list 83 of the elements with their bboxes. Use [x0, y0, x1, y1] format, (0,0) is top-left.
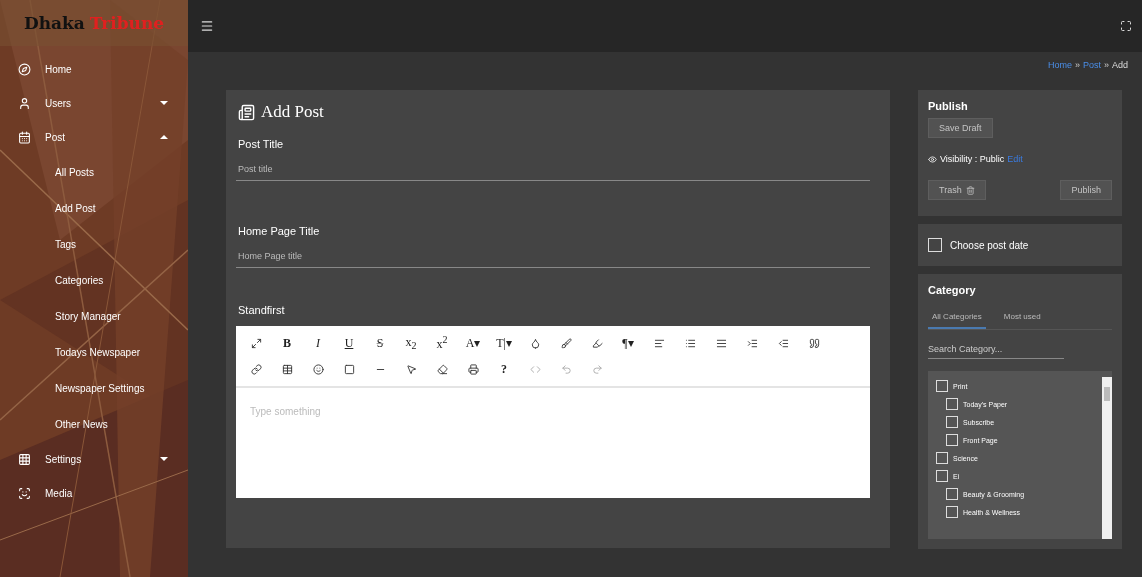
checkbox[interactable] [936, 470, 948, 482]
input-field[interactable]: Home Page title [236, 251, 870, 268]
toolbar-button[interactable]: x$_{2}$ [397, 332, 425, 354]
checkbox[interactable] [946, 506, 958, 518]
trash-icon [965, 185, 975, 195]
checkbox[interactable] [946, 398, 958, 410]
toolbar-button[interactable]: T|▾ [490, 332, 518, 354]
sidebar-subitem[interactable]: Newspaper Settings [0, 370, 188, 406]
toolbar-button[interactable]: A▾ [459, 332, 487, 354]
checkbox-label: Choose post date [950, 239, 1029, 251]
sidebar-item[interactable]: Media [0, 476, 188, 510]
panel-title: Publish [928, 100, 969, 112]
tab[interactable]: All Categories [928, 306, 986, 329]
checkbox[interactable] [936, 380, 948, 392]
scan-icon [18, 486, 31, 500]
square-icon [343, 363, 355, 375]
eraser-icon [436, 363, 448, 375]
sidebar-subitem[interactable]: Tags [0, 226, 188, 262]
link-icon [250, 363, 262, 375]
sidebar-subitem[interactable]: Categories [0, 262, 188, 298]
user-icon [18, 96, 31, 110]
checkbox[interactable] [936, 452, 948, 464]
undo-icon [560, 363, 572, 375]
toolbar-button[interactable]: U [335, 332, 363, 354]
visibility-text: Visibility : Public [940, 154, 1005, 164]
checkbox[interactable] [946, 488, 958, 500]
checkbox[interactable] [946, 434, 958, 446]
redo-icon [591, 363, 603, 375]
breadcrumb-separator: » [1074, 60, 1080, 72]
compass-icon [18, 62, 31, 76]
checkbox[interactable] [928, 238, 942, 252]
table-icon [281, 363, 293, 375]
calendar-icon [18, 130, 31, 144]
code-icon [529, 363, 541, 375]
smiley-icon [312, 363, 324, 375]
list-icon [684, 337, 696, 349]
sidebar-subitem[interactable]: Other News [0, 406, 188, 442]
sidebar-subitem[interactable]: All Posts [0, 154, 188, 190]
eye-icon [928, 154, 937, 164]
highlighter-icon [591, 337, 603, 349]
card-title: Add Post [261, 102, 324, 122]
quote-icon [808, 337, 820, 349]
search-field[interactable]: Search Category... [928, 338, 1064, 359]
editor-placeholder: Type something [249, 405, 322, 419]
tab[interactable]: Most used [999, 306, 1045, 329]
brush-icon [560, 337, 572, 349]
panel-title: Category [928, 284, 977, 296]
breadcrumb-link[interactable]: Home [1047, 60, 1072, 74]
breadcrumb-separator: » [1103, 60, 1109, 72]
fullscreen-icon[interactable] [1120, 20, 1132, 32]
scrollbar[interactable] [1102, 377, 1112, 539]
grid-icon [18, 452, 31, 466]
indent-icon [746, 337, 758, 349]
paragraph-lines-icon [715, 337, 727, 349]
align-icon [653, 337, 665, 349]
sidebar-item[interactable]: Users [0, 86, 188, 120]
printer-icon [467, 363, 479, 375]
newspaper-icon [238, 103, 255, 121]
droplet-icon [529, 337, 541, 349]
toolbar-button[interactable]: ¶▾ [614, 332, 642, 354]
logo-text: Tribune [89, 13, 165, 33]
field-label: Standfirst [238, 304, 286, 316]
menu-icon[interactable] [200, 19, 214, 33]
sidebar-item[interactable]: Settings [0, 442, 188, 476]
toolbar-button[interactable]: x$^{2}$ [428, 332, 456, 354]
field-label: Home Page Title [238, 225, 321, 237]
toolbar-button[interactable]: B [273, 332, 301, 354]
logo-text: Dhaka [23, 13, 85, 33]
input-field[interactable]: Post title [236, 164, 870, 181]
sidebar-subitem[interactable]: Todays Newspaper [0, 334, 188, 370]
fullscreen-icon [250, 337, 262, 349]
sidebar-item[interactable]: Post [0, 120, 188, 154]
sidebar-item[interactable]: Home [0, 52, 188, 86]
sidebar-subitem[interactable]: Add Post [0, 190, 188, 226]
breadcrumb-link[interactable]: Post [1082, 60, 1101, 74]
outdent-icon [777, 337, 789, 349]
toolbar-button[interactable]: I [304, 332, 332, 354]
breadcrumb-current: Add [1112, 60, 1128, 72]
sidebar-subitem[interactable]: Story Manager [0, 298, 188, 334]
checkbox[interactable] [946, 416, 958, 428]
pointer-icon [405, 363, 417, 375]
toolbar-button[interactable]: ? [490, 358, 518, 380]
field-label: Post Title [238, 138, 285, 150]
